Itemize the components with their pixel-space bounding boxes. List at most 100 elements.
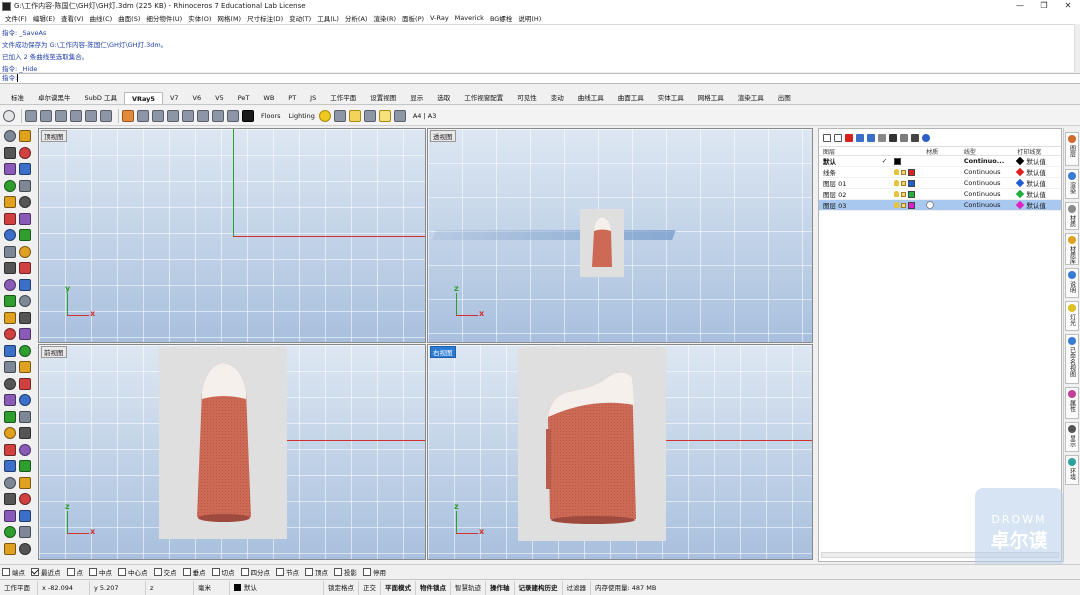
menu-item[interactable]: 实体(O) <box>185 13 214 23</box>
viewport-label-perspective[interactable]: 透视图 <box>430 130 456 142</box>
osnap-option[interactable]: 最近点 <box>31 567 61 577</box>
menu-item[interactable]: 网格(M) <box>214 13 244 23</box>
menu-item[interactable]: 查看(V) <box>58 13 87 23</box>
viewport-label-front[interactable]: 前视图 <box>41 346 67 358</box>
panel-tab[interactable]: 显示 <box>1065 422 1079 452</box>
point-icon[interactable] <box>19 130 31 142</box>
menu-item[interactable]: 文件(F) <box>2 13 30 23</box>
network-icon[interactable] <box>19 526 31 538</box>
toolbar-tab[interactable]: 渲染工具 <box>731 92 771 104</box>
toolbar-tab[interactable]: V6 <box>186 92 209 104</box>
render-settings-icon[interactable] <box>3 109 15 122</box>
surface-icon[interactable] <box>4 212 16 225</box>
toolbar-tab[interactable]: SubD 工具 <box>78 92 124 104</box>
loft-icon[interactable] <box>19 212 31 225</box>
batch-render-icon[interactable] <box>85 109 97 122</box>
arc-icon[interactable] <box>19 163 31 175</box>
panel-tab[interactable]: 灯光 <box>1065 301 1079 331</box>
layer-row[interactable]: 线条 Continuous 默认值 <box>819 167 1061 178</box>
minimize-button[interactable]: — <box>1008 0 1032 12</box>
menu-item[interactable]: 渲染(R) <box>370 13 399 23</box>
layer-row[interactable]: 图层 02 Continuous 默认值 <box>819 189 1061 200</box>
blend-icon[interactable] <box>19 542 31 555</box>
lock-icon[interactable] <box>901 180 907 186</box>
layer-row[interactable]: 图层 03 Continuous 默认值 <box>819 200 1061 211</box>
toolbar-tab[interactable]: WB <box>256 92 281 104</box>
command-history-scrollbar[interactable] <box>1074 24 1080 72</box>
revolve-icon[interactable] <box>4 526 16 538</box>
layer-name[interactable]: 线条 <box>819 167 879 177</box>
camera-icon[interactable] <box>333 109 346 122</box>
patch-icon[interactable] <box>4 542 16 555</box>
close-button[interactable]: ✕ <box>1056 0 1080 12</box>
osnap-option[interactable]: 停用 <box>363 567 386 577</box>
extrude-icon[interactable] <box>19 229 31 241</box>
material-icon[interactable] <box>122 109 134 122</box>
circle-icon[interactable] <box>4 163 16 175</box>
toolbar-tab[interactable]: 变动 <box>544 92 571 104</box>
polygon-icon[interactable] <box>4 196 16 208</box>
visibility-bulb-icon[interactable] <box>894 180 900 186</box>
toolbar-tab[interactable]: 工作视窗配置 <box>457 92 510 104</box>
menu-item[interactable]: 面板(P) <box>399 13 427 23</box>
layer-print-width[interactable]: 默认值 <box>1016 200 1061 210</box>
layer-color-swatch[interactable] <box>908 190 916 198</box>
current-layer-check[interactable]: ✓ <box>879 157 891 165</box>
panel-tab[interactable]: 属性 <box>1065 387 1079 419</box>
layer-name[interactable]: 图层 03 <box>819 200 879 210</box>
osnap-checkbox[interactable] <box>89 567 97 576</box>
menu-item[interactable]: Maverick <box>452 14 487 22</box>
lightmix-icon[interactable] <box>100 109 112 122</box>
menu-item[interactable]: 工具(L) <box>314 13 342 23</box>
plane-icon[interactable] <box>197 109 209 122</box>
layer-name[interactable]: 默认 <box>819 156 879 166</box>
osnap-option[interactable]: 顶点 <box>305 567 328 577</box>
ortho-toggle[interactable]: 正交 <box>359 580 381 595</box>
osnap-checkbox[interactable] <box>153 567 162 576</box>
viewport-top[interactable]: y x 顶视图 <box>38 128 426 343</box>
cone-icon[interactable] <box>4 493 16 505</box>
toolbar-tab[interactable]: VRay5 <box>123 92 163 104</box>
toolbar-tab[interactable]: 曲线工具 <box>571 92 611 104</box>
layer-row[interactable]: 图层 01 Continuous 默认值 <box>819 178 1061 189</box>
explode-icon[interactable] <box>4 328 16 340</box>
area-light-icon[interactable] <box>378 109 391 122</box>
panel-tab[interactable]: 已命名视图 <box>1065 334 1079 384</box>
lock-icon[interactable] <box>901 202 907 208</box>
join-icon[interactable] <box>19 311 31 324</box>
boolean-icon[interactable] <box>19 245 31 258</box>
lighting-button[interactable]: Lighting <box>289 112 315 120</box>
visibility-bulb-icon[interactable] <box>894 191 900 197</box>
move-parent-icon[interactable] <box>878 133 886 142</box>
osnap-option[interactable]: 切点 <box>211 567 235 577</box>
osnap-checkbox[interactable] <box>305 567 313 576</box>
layer-tools-icon[interactable] <box>900 133 908 142</box>
hatch-icon[interactable] <box>19 377 31 390</box>
delete-layer-icon[interactable] <box>845 133 853 142</box>
layer-material[interactable] <box>922 201 962 209</box>
sphere-icon[interactable] <box>4 476 16 489</box>
viewport-front[interactable]: z x 前视图 <box>38 344 426 560</box>
layer-color-swatch[interactable] <box>894 157 902 165</box>
maximize-button[interactable]: ❐ <box>1032 0 1056 12</box>
panel-tab[interactable]: 说明 <box>1065 268 1079 298</box>
layout-icon[interactable] <box>4 394 16 406</box>
panel-tab[interactable]: 环境 <box>1065 455 1079 485</box>
new-layer-icon[interactable] <box>823 133 831 142</box>
split-icon[interactable] <box>4 311 16 324</box>
move-down-icon[interactable] <box>867 133 875 142</box>
layer-linetype[interactable]: Continuous <box>962 190 1018 198</box>
osnap-option[interactable]: 点 <box>66 567 83 577</box>
mesh-icon[interactable] <box>4 245 16 258</box>
layout-icon[interactable] <box>393 109 406 122</box>
torus-icon[interactable] <box>19 493 31 505</box>
osnap-checkbox[interactable] <box>182 567 191 576</box>
filter-icon[interactable] <box>889 133 897 142</box>
light-icon[interactable] <box>137 109 149 122</box>
viewport-right[interactable]: z x 右视图 <box>427 344 813 560</box>
toolbar-tab[interactable]: 网格工具 <box>691 92 731 104</box>
command-line[interactable]: 指令: <box>0 73 1080 84</box>
help-icon[interactable] <box>922 133 930 142</box>
planar-toggle[interactable]: 平面模式 <box>381 580 416 595</box>
header-name[interactable]: 图层 <box>819 147 879 155</box>
